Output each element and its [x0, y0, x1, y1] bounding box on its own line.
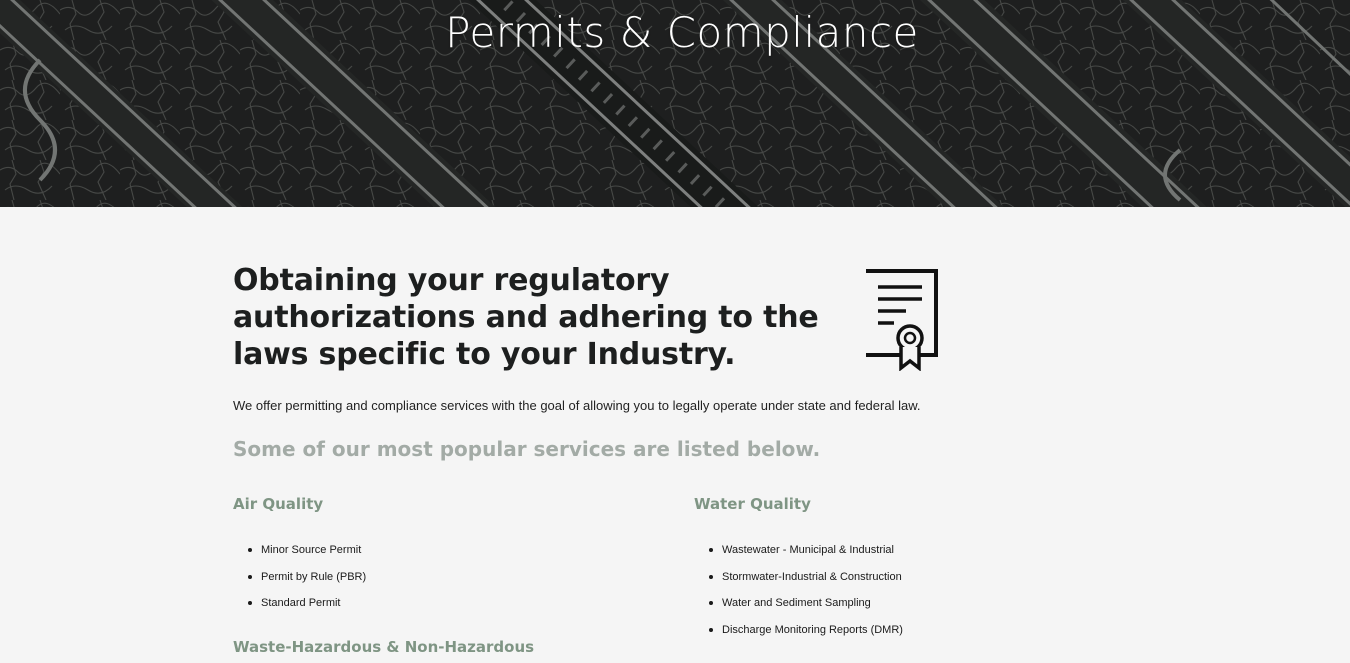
page-title: Permits & Compliance	[445, 8, 919, 57]
air-quality-title: Air Quality	[233, 495, 324, 513]
hero-banner: Permits & Compliance	[0, 0, 1350, 207]
waste-title: Waste-Hazardous & Non-Hazardous	[233, 638, 535, 656]
services-heading: Some of our most popular services are li…	[233, 437, 821, 461]
list-item: Standard Permit	[233, 596, 366, 623]
headline: Obtaining your regulatory authorizations…	[233, 263, 819, 372]
certificate-icon	[864, 269, 938, 376]
list-item: Stormwater-Industrial & Construction	[694, 570, 903, 597]
air-quality-list: Minor Source Permit Permit by Rule (PBR)…	[233, 543, 366, 623]
water-quality-list: Wastewater - Municipal & Industrial Stor…	[694, 543, 903, 649]
water-quality-title: Water Quality	[694, 495, 811, 513]
intro-text: We offer permitting and compliance servi…	[233, 398, 921, 413]
list-item: Wastewater - Municipal & Industrial	[694, 543, 903, 570]
list-item: Discharge Monitoring Reports (DMR)	[694, 623, 903, 650]
list-item: Water and Sediment Sampling	[694, 596, 903, 623]
list-item: Permit by Rule (PBR)	[233, 570, 366, 597]
list-item: Minor Source Permit	[233, 543, 366, 570]
